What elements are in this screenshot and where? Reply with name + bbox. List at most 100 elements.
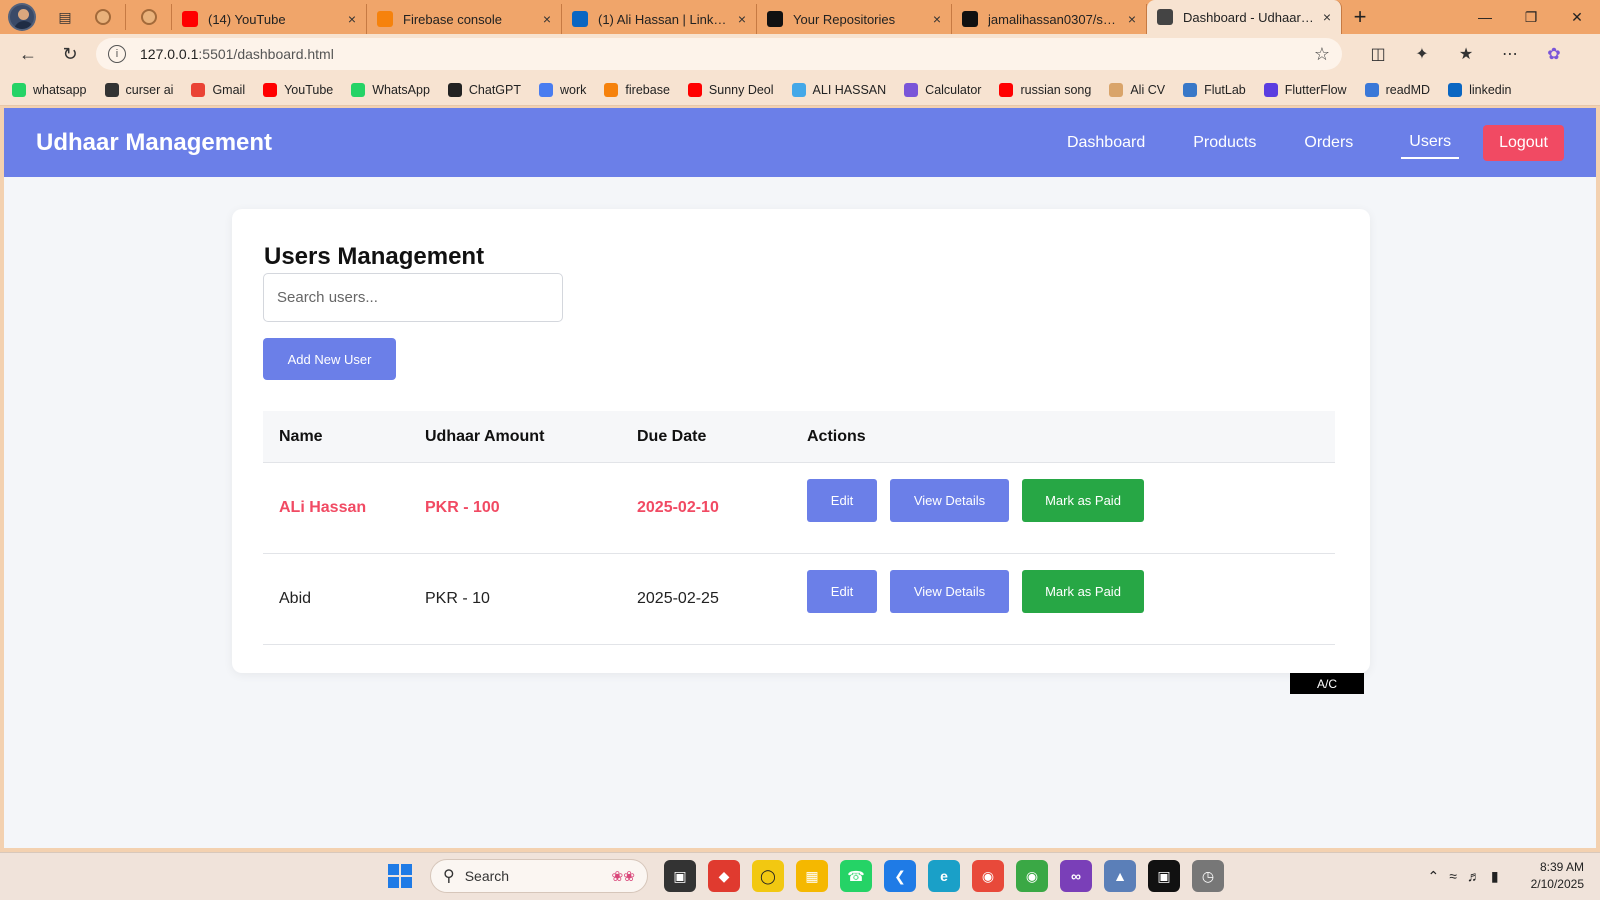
bookmark-item[interactable]: readMD bbox=[1364, 82, 1430, 97]
bookmark-item[interactable]: firebase bbox=[604, 82, 670, 97]
pinned-tab-icon bbox=[94, 9, 111, 25]
vscode-icon[interactable]: ❮ bbox=[884, 860, 916, 892]
youtube-icon bbox=[182, 11, 198, 27]
edit-button[interactable]: Edit bbox=[807, 478, 877, 522]
bookmark-label: linkedin bbox=[1469, 82, 1512, 97]
browser-tab[interactable]: Your Repositories × bbox=[757, 4, 952, 34]
bookmark-icon bbox=[791, 82, 806, 97]
logout-button[interactable]: Logout bbox=[1483, 124, 1564, 161]
tab-close-icon[interactable]: × bbox=[348, 11, 356, 27]
back-arrow-icon[interactable]: ← bbox=[12, 38, 44, 70]
pinned-tab-1[interactable] bbox=[80, 4, 126, 30]
taskbar-search[interactable]: ⚲ Search ❀❀ bbox=[430, 859, 648, 893]
clock-time: 8:39 AM bbox=[1539, 860, 1584, 874]
reload-icon[interactable]: ↻ bbox=[54, 38, 86, 70]
new-tab-button[interactable]: + bbox=[1342, 4, 1378, 30]
nav-link-products[interactable]: Products bbox=[1193, 128, 1256, 158]
clock[interactable]: 8:39 AM 2/10/2025 bbox=[1531, 859, 1584, 893]
browser-tab[interactable]: (14) YouTube × bbox=[172, 4, 367, 34]
tab-close-icon[interactable]: × bbox=[543, 11, 551, 27]
tab-close-icon[interactable]: × bbox=[933, 11, 941, 27]
workspaces-icon[interactable]: ▤ bbox=[50, 4, 80, 30]
pinned-tab-2[interactable] bbox=[126, 4, 172, 30]
tab-close-icon[interactable]: × bbox=[1128, 11, 1136, 27]
add-user-button[interactable]: Add New User bbox=[263, 338, 396, 380]
chat-app-icon[interactable]: ◯ bbox=[752, 860, 784, 892]
due-date-cell: 2025-02-25 bbox=[637, 590, 719, 607]
nav-link-orders[interactable]: Orders bbox=[1304, 128, 1353, 158]
bookmark-item[interactable]: curser ai bbox=[104, 82, 173, 97]
bookmark-item[interactable]: Gmail bbox=[191, 82, 245, 97]
bookmark-item[interactable]: russian song bbox=[999, 82, 1091, 97]
user-name-cell: Abid bbox=[279, 590, 312, 607]
taskview-icon[interactable]: ▣ bbox=[664, 860, 696, 892]
chrome-icon[interactable]: ◉ bbox=[972, 860, 1004, 892]
bookmark-icon bbox=[351, 82, 366, 97]
nav-link-dashboard[interactable]: Dashboard bbox=[1067, 128, 1145, 158]
bookmark-item[interactable]: WhatsApp bbox=[351, 82, 430, 97]
search-input[interactable] bbox=[263, 273, 563, 322]
app-brand[interactable]: Udhaar Management bbox=[36, 129, 272, 157]
clock-app-icon[interactable]: ◷ bbox=[1192, 860, 1224, 892]
bookmark-icon bbox=[687, 82, 702, 97]
page-title: Users Management bbox=[264, 243, 485, 270]
extensions-icon[interactable]: ✦ bbox=[1400, 44, 1444, 64]
close-window-icon[interactable]: ✕ bbox=[1554, 0, 1600, 34]
table-header: Name Udhaar Amount Due Date Actions bbox=[263, 411, 1335, 463]
bookmark-item[interactable]: Sunny Deol bbox=[687, 82, 774, 97]
tab-close-icon[interactable]: × bbox=[1323, 9, 1331, 25]
page-viewport: Udhaar Management Dashboard Products Order… bbox=[4, 108, 1596, 848]
view-details-button[interactable]: View Details bbox=[890, 478, 1009, 522]
bookmark-icon bbox=[604, 82, 619, 97]
browser-tab[interactable]: jamalihassan0307/superm × bbox=[952, 4, 1147, 34]
browser-tab[interactable]: Dashboard - Udhaar Mana × bbox=[1147, 0, 1342, 34]
bookmark-item[interactable]: Calculator bbox=[904, 82, 981, 97]
chrome-profile-icon[interactable]: ◉ bbox=[1016, 860, 1048, 892]
mark-as-paid-button[interactable]: Mark as Paid bbox=[1022, 478, 1144, 522]
bookmark-label: Sunny Deol bbox=[708, 82, 774, 97]
restore-icon[interactable]: ❐ bbox=[1508, 0, 1554, 34]
view-details-button[interactable]: View Details bbox=[890, 569, 1009, 613]
translate-icon[interactable]: ◫ bbox=[1356, 44, 1400, 64]
more-menu-icon[interactable]: ⋯ bbox=[1488, 44, 1532, 64]
actions-cell: Edit View Details Mark as Paid bbox=[807, 478, 1335, 522]
visual-studio-icon[interactable]: ∞ bbox=[1060, 860, 1092, 892]
url-field[interactable]: i 127.0.0.1:5501/dashboard.html ☆ bbox=[96, 38, 1342, 70]
bookmarks-bar: whatsapp curser ai Gmail YouTube WhatsApp Cha… bbox=[0, 74, 1600, 106]
bookmark-item[interactable]: ChatGPT bbox=[447, 82, 521, 97]
windows-start-icon[interactable] bbox=[388, 864, 412, 888]
file-explorer-icon[interactable]: ▦ bbox=[796, 860, 828, 892]
bookmark-item[interactable]: work bbox=[539, 82, 586, 97]
due-date-cell: 2025-02-10 bbox=[637, 499, 719, 516]
nav-link-users[interactable]: Users bbox=[1401, 127, 1460, 159]
bookmark-item[interactable]: FlutLab bbox=[1183, 82, 1246, 97]
profile-avatar[interactable] bbox=[8, 3, 36, 31]
capcut-icon[interactable]: ▣ bbox=[1148, 860, 1180, 892]
bookmark-item[interactable]: YouTube bbox=[263, 82, 333, 97]
edge-icon[interactable]: e bbox=[928, 860, 960, 892]
bookmark-item[interactable]: Ali CV bbox=[1109, 82, 1165, 97]
tray-icons[interactable]: ⌃≈♬▮ bbox=[1427, 868, 1508, 885]
favorite-star-icon[interactable]: ☆ bbox=[1314, 44, 1330, 65]
minimize-icon[interactable]: — bbox=[1462, 0, 1508, 34]
tab-close-icon[interactable]: × bbox=[738, 11, 746, 27]
windows-taskbar: ⚲ Search ❀❀ ▣ ◆ ◯ ▦ ☎ ❮ e ◉ ◉ ∞ ▲ ▣ ◷ ⌃≈… bbox=[0, 852, 1600, 900]
mark-as-paid-button[interactable]: Mark as Paid bbox=[1022, 569, 1144, 613]
browser-tab[interactable]: (1) Ali Hassan | LinkedIn × bbox=[562, 4, 757, 34]
edit-button[interactable]: Edit bbox=[807, 569, 877, 613]
github-icon bbox=[767, 11, 783, 27]
bookmark-item[interactable]: linkedin bbox=[1448, 82, 1512, 97]
favorites-icon[interactable]: ★ bbox=[1444, 44, 1488, 64]
browser-tab[interactable]: Firebase console × bbox=[367, 4, 562, 34]
linkedin-icon bbox=[572, 11, 588, 27]
nav-links: Dashboard Products Orders Users bbox=[1019, 127, 1460, 159]
pinned-tab-icon bbox=[140, 9, 157, 25]
site-info-icon[interactable]: i bbox=[108, 45, 126, 63]
copilot-icon[interactable]: ✿ bbox=[1532, 44, 1576, 64]
bookmark-item[interactable]: whatsapp bbox=[12, 82, 87, 97]
bookmark-item[interactable]: FlutterFlow bbox=[1263, 82, 1347, 97]
chart-app-icon[interactable]: ▲ bbox=[1104, 860, 1136, 892]
bookmark-item[interactable]: ALI HASSAN bbox=[791, 82, 886, 97]
whatsapp-icon[interactable]: ☎ bbox=[840, 860, 872, 892]
anydesk-icon[interactable]: ◆ bbox=[708, 860, 740, 892]
